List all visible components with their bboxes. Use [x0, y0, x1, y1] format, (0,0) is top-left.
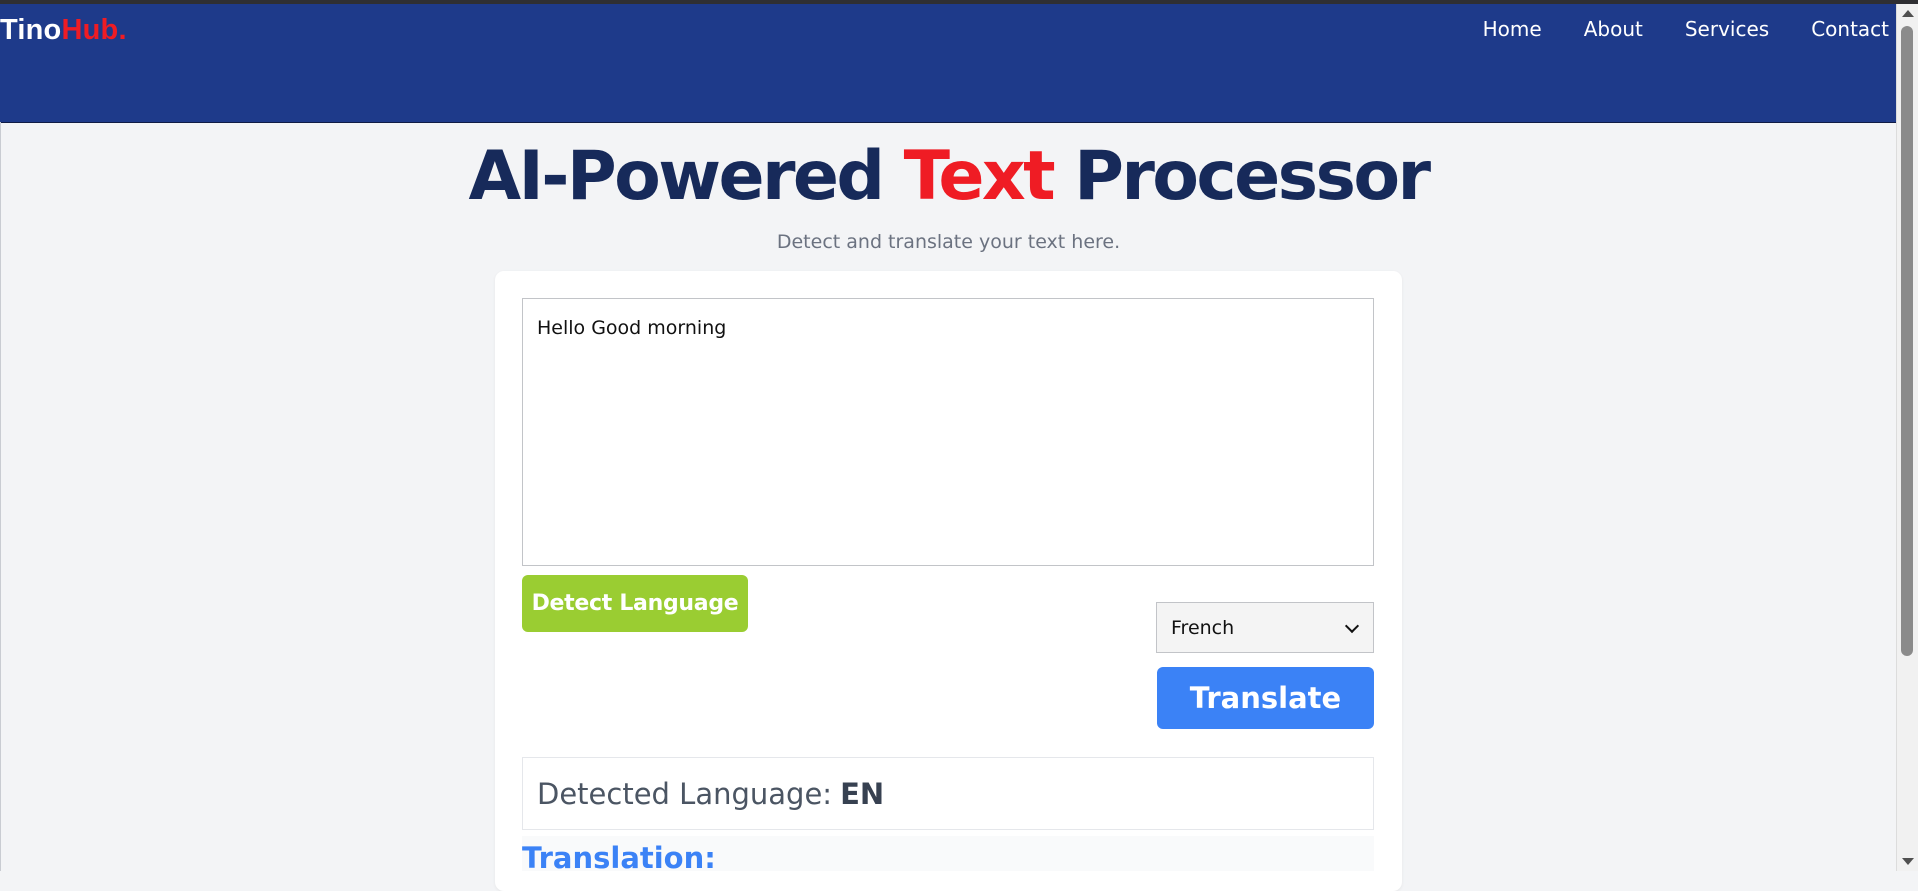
detected-language-label: Detected Language: — [537, 776, 833, 811]
translation-label: Translation: — [522, 841, 716, 871]
scrollbar-thumb[interactable] — [1901, 26, 1913, 656]
main-nav: Home About Services Contact — [1441, 17, 1889, 41]
detected-language-value: EN — [840, 776, 885, 811]
title-highlight: Text — [903, 137, 1056, 216]
title-part-2: Processor — [1053, 137, 1431, 216]
target-language-select[interactable]: French — [1156, 602, 1374, 653]
title-part-1: AI-Powered — [468, 137, 904, 216]
translation-section: Translation: — [522, 836, 1374, 871]
nav-contact[interactable]: Contact — [1811, 17, 1889, 41]
site-header: TinoHub. Home About Services Contact — [0, 4, 1897, 123]
nav-services[interactable]: Services — [1685, 17, 1769, 41]
scroll-down-arrow-icon[interactable] — [1902, 858, 1914, 865]
logo[interactable]: TinoHub. — [0, 14, 127, 47]
nav-about[interactable]: About — [1584, 17, 1643, 41]
translate-button[interactable]: Translate — [1157, 667, 1374, 729]
nav-home[interactable]: Home — [1483, 17, 1542, 41]
detect-language-button[interactable]: Detect Language — [522, 575, 748, 632]
text-input[interactable]: Hello Good morning — [522, 298, 1374, 566]
vertical-scrollbar[interactable] — [1896, 4, 1918, 871]
detected-language-box: Detected Language: EN — [522, 757, 1374, 830]
chevron-down-icon — [1344, 618, 1360, 633]
page-subtitle: Detect and translate your text here. — [776, 231, 1121, 253]
target-language-value: French — [1171, 616, 1235, 639]
page-title: AI-Powered Text Processor — [0, 143, 1897, 211]
logo-accent: Hub. — [61, 14, 127, 46]
scroll-up-arrow-icon[interactable] — [1902, 10, 1914, 17]
logo-text: Tino — [0, 14, 62, 46]
